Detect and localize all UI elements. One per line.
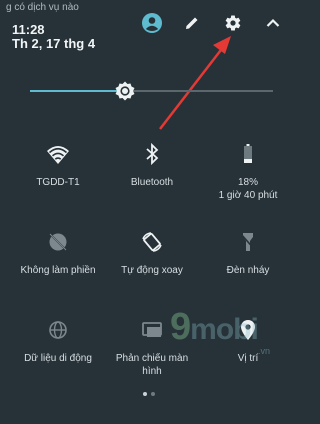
wifi-icon: [47, 146, 69, 164]
tile-label: Bluetooth: [130, 177, 174, 188]
tile-sublabel: 1 giờ 40 phút: [218, 190, 278, 201]
tile-label: TGDD-T1: [36, 177, 80, 188]
tile-label: Đèn nháy: [226, 265, 270, 276]
tile-mobile-data[interactable]: Dữ liệu di động: [8, 318, 108, 365]
bluetooth-icon: [146, 142, 159, 166]
mobile-data-icon: [49, 321, 67, 339]
tile-label: Phản chiếu màn: [115, 353, 189, 364]
tile-flashlight[interactable]: Đèn nháy: [198, 230, 298, 277]
brightness-thumb[interactable]: [115, 81, 135, 101]
auto-rotate-icon: [142, 232, 162, 252]
tile-label: Không làm phiền: [20, 265, 96, 276]
pager-indicator: [143, 392, 155, 396]
watermark-domain: .vn: [258, 346, 271, 356]
tile-battery[interactable]: 18% 1 giờ 40 phút: [198, 142, 298, 202]
pager-dot-active: [143, 392, 147, 396]
tile-label: Vị trí: [237, 353, 259, 364]
tile-do-not-disturb[interactable]: Không làm phiền: [8, 230, 108, 277]
brightness-track[interactable]: [125, 90, 273, 92]
tile-label: Tự động xoay: [121, 265, 183, 276]
brightness-icon: [115, 81, 135, 101]
tile-label: 18%: [237, 177, 258, 188]
watermark-logo: 9mobi: [170, 306, 259, 348]
tile-sublabel: hình: [142, 366, 162, 377]
pager-dot: [151, 392, 155, 396]
tile-auto-rotate[interactable]: Tự động xoay: [102, 230, 202, 277]
flashlight-icon: [240, 233, 256, 251]
do-not-disturb-icon: [49, 233, 67, 251]
tile-wifi[interactable]: TGDD-T1: [8, 142, 108, 189]
tile-bluetooth[interactable]: Bluetooth: [102, 142, 202, 189]
screen-cast-icon: [142, 322, 162, 337]
tile-label: Dữ liệu di động: [24, 353, 92, 364]
battery-icon: [244, 144, 252, 163]
brightness-track-filled[interactable]: [30, 90, 125, 92]
